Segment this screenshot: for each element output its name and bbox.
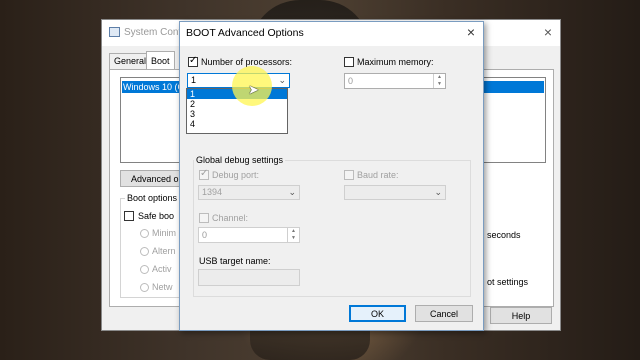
channel-checkbox[interactable] [199,213,209,223]
safe-boot-active-label: Activ [152,264,172,274]
safe-boot-network-label: Netw [152,282,173,292]
debug-port-label: Debug port: [212,170,260,180]
maximum-memory-spinner[interactable]: 0 ▲ ▼ [344,73,446,89]
maximum-memory-checkbox[interactable] [344,57,354,67]
processors-option-4[interactable]: 4 [187,119,287,129]
tab-general[interactable]: General [109,53,152,69]
baud-rate-label: Baud rate: [357,170,399,180]
window-close-icon[interactable]: × [544,24,552,40]
safe-boot-label: Safe boo [138,211,175,221]
window-title: System Conf [124,27,182,38]
boot-options-label: Boot options [125,193,180,203]
number-of-processors-label: Number of processors: [201,57,293,67]
processors-option-3[interactable]: 3 [187,109,287,119]
baud-rate-checkbox[interactable] [344,170,354,180]
checkmark-icon: ✓ [200,168,209,179]
spinner-arrows-icon[interactable]: ▲ ▼ [287,228,299,242]
debug-port-value: 1394 [202,187,223,197]
dialog-title: BOOT Advanced Options [186,27,304,39]
usb-target-name-input[interactable] [198,269,300,286]
number-of-processors-checkbox[interactable]: ✓ [188,55,198,67]
maximum-memory-value: 0 [348,76,354,86]
usb-target-name-label: USB target name: [199,256,271,266]
safe-boot-minimal-radio[interactable] [140,229,149,238]
safe-boot-checkbox[interactable] [124,211,134,221]
timeout-seconds-label: seconds [487,230,521,240]
boot-settings-label: ot settings [487,277,529,287]
baud-rate-combo[interactable]: ⌄ [344,185,446,200]
dialog-title-bar: BOOT Advanced Options × [180,22,483,46]
tab-boot[interactable]: Boot [146,51,175,69]
ok-button[interactable]: OK [349,305,406,322]
processors-selected-value: 1 [191,75,197,85]
chevron-down-icon: ⌄ [434,187,442,197]
cancel-button[interactable]: Cancel [415,305,473,322]
boot-advanced-options-dialog: BOOT Advanced Options × ✓ Number of proc… [179,21,484,331]
channel-spinner[interactable]: 0 ▲ ▼ [198,227,300,243]
channel-label: Channel: [212,213,249,223]
channel-value: 0 [202,230,208,240]
global-debug-settings-label: Global debug settings [194,155,286,165]
dialog-close-icon[interactable]: × [467,24,475,40]
processors-option-2[interactable]: 2 [187,99,287,109]
safe-boot-network-radio[interactable] [140,283,149,292]
checkmark-icon: ✓ [189,55,198,66]
safe-boot-active-radio[interactable] [140,265,149,274]
safe-boot-alternate-radio[interactable] [140,247,149,256]
help-button[interactable]: Help [490,307,552,324]
system-config-icon [109,27,120,37]
spinner-arrows-icon[interactable]: ▲ ▼ [433,74,445,88]
mouse-pointer-icon: ➤ [248,82,259,97]
safe-boot-alternate-label: Altern [152,246,176,256]
chevron-down-icon: ⌄ [278,75,286,85]
safe-boot-minimal-label: Minim [152,228,176,238]
maximum-memory-label: Maximum memory: [357,57,434,67]
debug-port-combo[interactable]: 1394 ⌄ [198,185,300,200]
debug-port-checkbox[interactable]: ✓ [199,168,209,180]
chevron-down-icon: ⌄ [288,187,296,197]
